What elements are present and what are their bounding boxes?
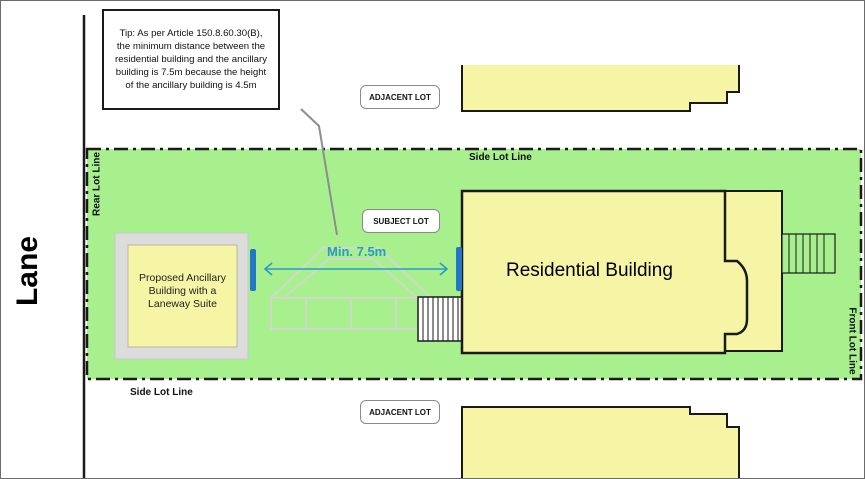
rear-stairs [417, 296, 464, 342]
ancillary-label-line: Building with a [148, 285, 217, 297]
residential-building-label: Residential Building [506, 260, 673, 281]
site-plan-diagram: Tip: As per Article 150.8.60.30(B), the … [0, 0, 865, 479]
ancillary-wall-marker [250, 249, 256, 291]
rear-lot-line-label: Rear Lot Line [91, 152, 103, 216]
adjacent-lot-label-top: ADJACENT LOT [360, 85, 440, 109]
ancillary-building-label: Proposed Ancillary Building with a Lanew… [128, 272, 237, 311]
side-lot-line-label-top: Side Lot Line [469, 152, 532, 163]
tip-callout: Tip: As per Article 150.8.60.30(B), the … [102, 9, 280, 110]
ancillary-label-line: Proposed Ancillary [139, 272, 226, 284]
subject-lot-label: SUBJECT LOT [362, 209, 440, 233]
tip-line: of the ancillary building is 4.5m [125, 80, 257, 91]
adjacent-building-top [461, 65, 740, 112]
min-distance-label: Min. 7.5m [327, 244, 387, 259]
front-lot-line-label: Front Lot Line [846, 307, 858, 375]
lane-label: Lane [11, 235, 44, 307]
front-stairs [781, 233, 836, 274]
tip-line: residential building and the ancillary [115, 54, 267, 65]
side-lot-line-label-bottom: Side Lot Line [130, 387, 193, 398]
tip-line: Tip: As per Article 150.8.60.30(B), [119, 28, 263, 39]
adjacent-building-bottom [461, 406, 740, 478]
tip-line: the minimum distance between the [116, 41, 266, 52]
tip-line: building is 7.5m because the height [115, 67, 267, 78]
ancillary-label-line: Laneway Suite [148, 298, 217, 310]
adjacent-lot-label-bottom: ADJACENT LOT [360, 400, 440, 424]
residential-wall-marker [456, 247, 462, 291]
